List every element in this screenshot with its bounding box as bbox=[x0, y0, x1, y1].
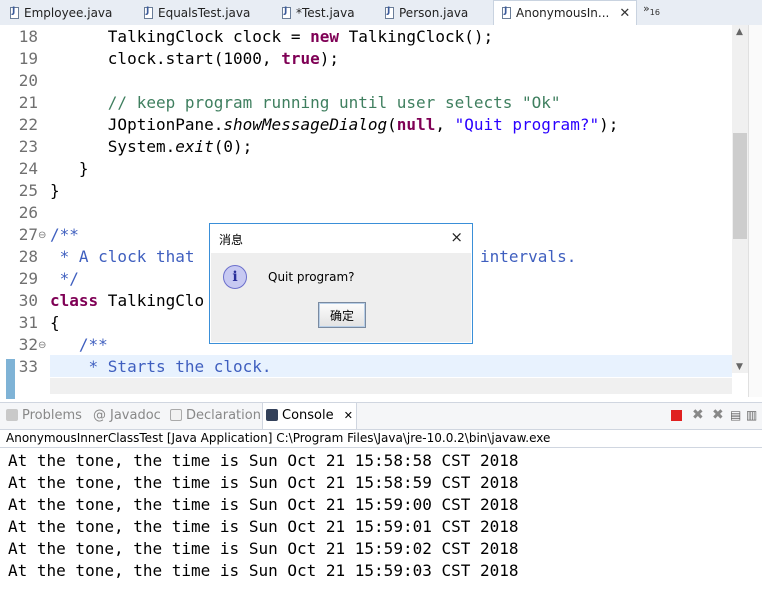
overflow-count: 16 bbox=[649, 8, 660, 18]
view-tab-bar: Problems @ Javadoc Declaration Console ✕ … bbox=[0, 402, 762, 430]
dialog-body: i Quit program? 确定 bbox=[211, 253, 471, 342]
line-number: 31 bbox=[18, 313, 38, 332]
terminate-icon[interactable] bbox=[671, 410, 682, 421]
tab-label: *Test.java bbox=[296, 5, 355, 20]
tab-person-java[interactable]: Person.java bbox=[377, 1, 487, 24]
line-number: 21 bbox=[18, 93, 38, 112]
tab-console[interactable]: Console ✕ bbox=[266, 408, 353, 423]
console-line: At the tone, the time is Sun Oct 21 15:5… bbox=[8, 473, 519, 492]
tab-equalstest-java[interactable]: EqualsTest.java bbox=[136, 1, 264, 24]
close-icon[interactable]: ✕ bbox=[619, 6, 630, 21]
java-file-icon bbox=[144, 6, 153, 19]
console-output[interactable]: At the tone, the time is Sun Oct 21 15:5… bbox=[0, 447, 762, 591]
line-number: 24 bbox=[18, 159, 38, 178]
overview-ruler bbox=[748, 25, 762, 397]
horizontal-scrollbar[interactable] bbox=[50, 378, 732, 394]
code-line: { bbox=[50, 313, 60, 332]
tab-test-java[interactable]: *Test.java bbox=[274, 1, 370, 24]
console-line: At the tone, the time is Sun Oct 21 15:5… bbox=[8, 495, 519, 514]
java-file-icon bbox=[10, 6, 19, 19]
code-line-javadoc: /** bbox=[50, 335, 108, 354]
code-line: JOptionPane.showMessageDialog(null, "Qui… bbox=[50, 115, 619, 134]
dialog-message: Quit program? bbox=[268, 270, 355, 284]
console-process-label: AnonymousInnerClassTest [Java Applicatio… bbox=[6, 431, 551, 445]
line-number: 30 bbox=[18, 291, 38, 310]
code-line: } bbox=[50, 159, 89, 178]
code-line: } bbox=[50, 181, 60, 200]
scroll-up-icon[interactable]: ▲ bbox=[736, 27, 743, 37]
fold-collapse-icon[interactable]: ⊖ bbox=[38, 230, 46, 241]
line-number: 29 bbox=[18, 269, 38, 288]
console-line: At the tone, the time is Sun Oct 21 15:5… bbox=[8, 451, 519, 470]
code-line-comment: // keep program running until user selec… bbox=[50, 93, 561, 112]
tab-javadoc[interactable]: @ Javadoc bbox=[93, 408, 161, 423]
code-line-javadoc: /** bbox=[50, 225, 79, 244]
close-icon[interactable]: × bbox=[450, 228, 463, 246]
remove-all-launches-icon[interactable]: ✖ bbox=[712, 408, 726, 422]
message-dialog: 消息 × i Quit program? 确定 bbox=[209, 223, 473, 344]
ok-button[interactable]: 确定 bbox=[318, 302, 366, 328]
line-number: 27 bbox=[18, 225, 38, 244]
tab-label: Person.java bbox=[399, 5, 469, 20]
problems-icon bbox=[6, 409, 18, 421]
tab-label: EqualsTest.java bbox=[158, 5, 251, 20]
tab-label: Employee.java bbox=[24, 5, 113, 20]
tab-anonymous-java[interactable]: AnonymousIn... ✕ bbox=[493, 0, 637, 25]
clear-console-icon[interactable]: ▤ bbox=[730, 408, 744, 422]
code-line-javadoc: * A clock that intervals. bbox=[50, 247, 577, 266]
console-line: At the tone, the time is Sun Oct 21 15:5… bbox=[8, 517, 519, 536]
line-number: 23 bbox=[18, 137, 38, 156]
line-number: 22 bbox=[18, 115, 38, 134]
info-icon: i bbox=[223, 265, 247, 289]
scroll-lock-icon[interactable]: ▥ bbox=[746, 408, 760, 422]
line-number: 32 bbox=[18, 335, 38, 354]
tab-problems[interactable]: Problems bbox=[6, 408, 82, 423]
java-file-icon bbox=[282, 6, 291, 19]
java-file-icon bbox=[385, 6, 394, 19]
code-line: class TalkingClo bbox=[50, 291, 205, 310]
close-icon[interactable]: ✕ bbox=[344, 409, 353, 422]
declaration-icon bbox=[170, 409, 182, 421]
scroll-down-icon[interactable]: ▼ bbox=[736, 362, 743, 372]
tab-declaration[interactable]: Declaration bbox=[170, 408, 261, 423]
at-sign-icon: @ bbox=[93, 408, 106, 423]
code-line: System.exit(0); bbox=[50, 137, 253, 156]
code-line: clock.start(1000, true); bbox=[50, 49, 339, 68]
line-number: 33 bbox=[18, 357, 38, 376]
fold-collapse-icon[interactable]: ⊖ bbox=[38, 340, 46, 351]
line-number: 25 bbox=[18, 181, 38, 200]
line-number: 20 bbox=[18, 71, 38, 90]
vertical-scroll-thumb[interactable] bbox=[733, 133, 747, 239]
console-icon bbox=[266, 409, 278, 421]
line-number: 28 bbox=[18, 247, 38, 266]
console-line: At the tone, the time is Sun Oct 21 15:5… bbox=[8, 539, 519, 558]
console-line: At the tone, the time is Sun Oct 21 15:5… bbox=[8, 561, 519, 580]
line-number: 19 bbox=[18, 49, 38, 68]
java-file-icon bbox=[502, 6, 511, 19]
code-line-javadoc: */ bbox=[50, 269, 79, 288]
tab-label: AnonymousIn... bbox=[516, 6, 610, 20]
line-number: 26 bbox=[18, 203, 38, 222]
code-line: TalkingClock clock = new TalkingClock(); bbox=[50, 27, 494, 46]
code-line-javadoc: * Starts the clock. bbox=[50, 357, 272, 376]
tab-overflow-button[interactable]: »16 bbox=[643, 2, 660, 17]
tab-employee-java[interactable]: Employee.java bbox=[2, 1, 138, 24]
remove-launch-icon[interactable]: ✖ bbox=[692, 408, 706, 422]
line-number: 18 bbox=[18, 27, 38, 46]
chevron-double-right-icon: » bbox=[643, 2, 650, 15]
dialog-title: 消息 bbox=[219, 233, 244, 247]
editor-tab-bar: Employee.java EqualsTest.java *Test.java… bbox=[0, 0, 762, 26]
